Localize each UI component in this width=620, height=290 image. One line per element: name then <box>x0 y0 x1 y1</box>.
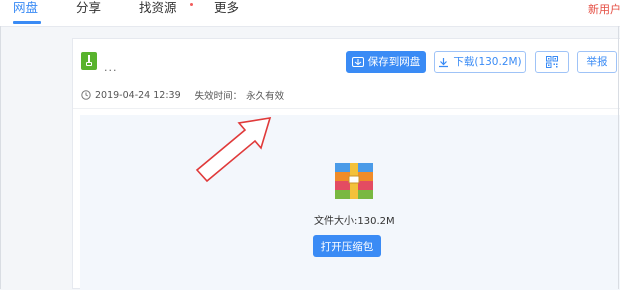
download-button[interactable]: 下载(130.2M) <box>434 51 526 73</box>
nav-tab-find-resources[interactable]: 找资源 <box>139 0 177 16</box>
zip-file-icon <box>81 52 97 70</box>
preview-area: 文件大小:130.2M 打开压缩包 <box>80 115 620 290</box>
nav-active-indicator <box>13 21 41 24</box>
nav-new-dot <box>190 3 193 6</box>
save-to-netdisk-button[interactable]: 保存到网盘 <box>346 51 426 73</box>
qrcode-button[interactable] <box>535 51 569 73</box>
nav-tab-share[interactable]: 分享 <box>76 0 101 16</box>
nav-tab-netdisk[interactable]: 网盘 <box>13 0 38 16</box>
left-border <box>0 26 1 289</box>
nav-tab-more[interactable]: 更多 <box>214 0 239 16</box>
top-nav: 网盘 分享 找资源 更多 新用户 <box>0 0 620 27</box>
share-card: ... 保存到网盘 下载(130.2M) 举报 2019-04-24 12:39… <box>72 38 620 290</box>
report-button[interactable]: 举报 <box>577 51 617 73</box>
expiry-label: 失效时间： <box>194 91 243 102</box>
cloud-save-icon <box>351 57 364 67</box>
nav-promo-link[interactable]: 新用户 <box>588 1 620 17</box>
report-button-label: 举报 <box>586 56 608 68</box>
archive-icon <box>335 163 373 199</box>
card-divider <box>73 108 620 109</box>
download-button-label: 下载(130.2M) <box>453 56 522 68</box>
clock-icon <box>81 90 91 100</box>
right-border <box>618 26 619 289</box>
file-meta: 2019-04-24 12:39 失效时间： 永久有效 <box>81 88 284 102</box>
annotation-arrow <box>195 117 272 183</box>
share-date: 2019-04-24 12:39 <box>95 89 181 101</box>
download-icon <box>439 57 449 67</box>
qrcode-icon <box>546 56 558 68</box>
file-size: 文件大小:130.2M <box>314 216 395 227</box>
expiry-value: 永久有效 <box>246 91 285 102</box>
file-name: ... <box>104 61 118 74</box>
save-button-label: 保存到网盘 <box>367 56 421 68</box>
open-archive-button[interactable]: 打开压缩包 <box>313 235 381 257</box>
